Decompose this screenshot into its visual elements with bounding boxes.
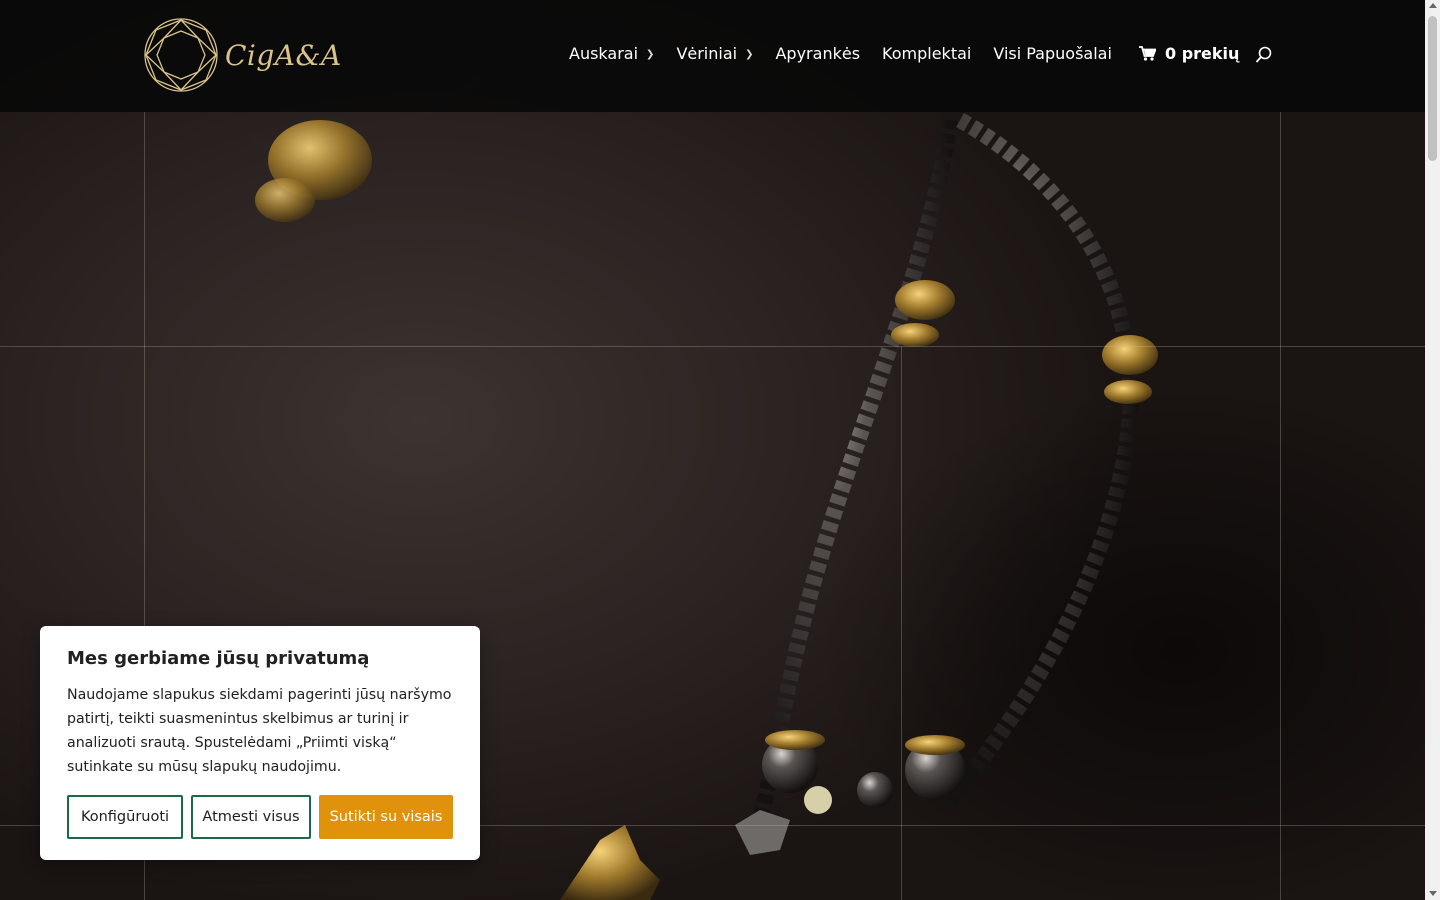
scroll-thumb[interactable] — [1428, 16, 1437, 161]
brand-name: CigA&A — [225, 38, 342, 72]
search-button[interactable] — [1255, 46, 1273, 68]
shopping-cart-icon — [1139, 46, 1156, 61]
cart-count: 0 prekių — [1165, 44, 1240, 63]
nav-item-label: Auskarai — [569, 44, 639, 63]
nav-item-auskarai[interactable]: Auskarai ❯ — [569, 44, 654, 63]
nav-item-label: Vėriniai — [676, 44, 738, 63]
reject-all-button[interactable]: Atmesti visus — [191, 795, 311, 839]
nav-item-veriniai[interactable]: Vėriniai ❯ — [676, 44, 753, 63]
chevron-down-icon: ❯ — [646, 49, 655, 60]
grid-line — [1280, 112, 1281, 900]
nav-item-visi-papuosalai[interactable]: Visi Papuošalai — [993, 44, 1112, 63]
nav-item-label: Komplektai — [882, 44, 972, 63]
nav-item-label: Apyrankės — [775, 44, 861, 63]
configure-button[interactable]: Konfigūruoti — [67, 795, 183, 839]
diamond-logo-icon — [144, 18, 218, 92]
site-header: CigA&A Auskarai ❯ Vėriniai ❯ Apyrankės K… — [0, 0, 1425, 112]
site-logo[interactable]: CigA&A — [143, 17, 342, 93]
scroll-down-arrow-icon[interactable] — [1429, 891, 1437, 896]
cart-link[interactable]: 0 prekių — [1139, 44, 1239, 63]
scroll-up-arrow-icon[interactable] — [1429, 3, 1437, 8]
cookie-title: Mes gerbiame jūsų privatumą — [67, 648, 370, 669]
cookie-consent-banner: Mes gerbiame jūsų privatumą Naudojame sl… — [40, 626, 480, 860]
nav-item-komplektai[interactable]: Komplektai — [882, 44, 971, 63]
accept-all-button[interactable]: Sutikti su visais — [319, 795, 453, 839]
page-scrollbar[interactable] — [1425, 0, 1440, 900]
search-icon — [1255, 46, 1272, 63]
cookie-buttons: Konfigūruoti Atmesti visus Sutikti su vi… — [67, 795, 461, 839]
grid-line — [901, 346, 902, 900]
chevron-down-icon: ❯ — [745, 49, 754, 60]
main-nav: Auskarai ❯ Vėriniai ❯ Apyrankės Komplekt… — [569, 44, 1134, 63]
grid-line — [0, 346, 1425, 347]
nav-item-label: Visi Papuošalai — [993, 44, 1112, 63]
cookie-text: Naudojame slapukus siekdami pagerinti jū… — [67, 687, 452, 775]
nav-item-apyrankes[interactable]: Apyrankės — [775, 44, 860, 63]
